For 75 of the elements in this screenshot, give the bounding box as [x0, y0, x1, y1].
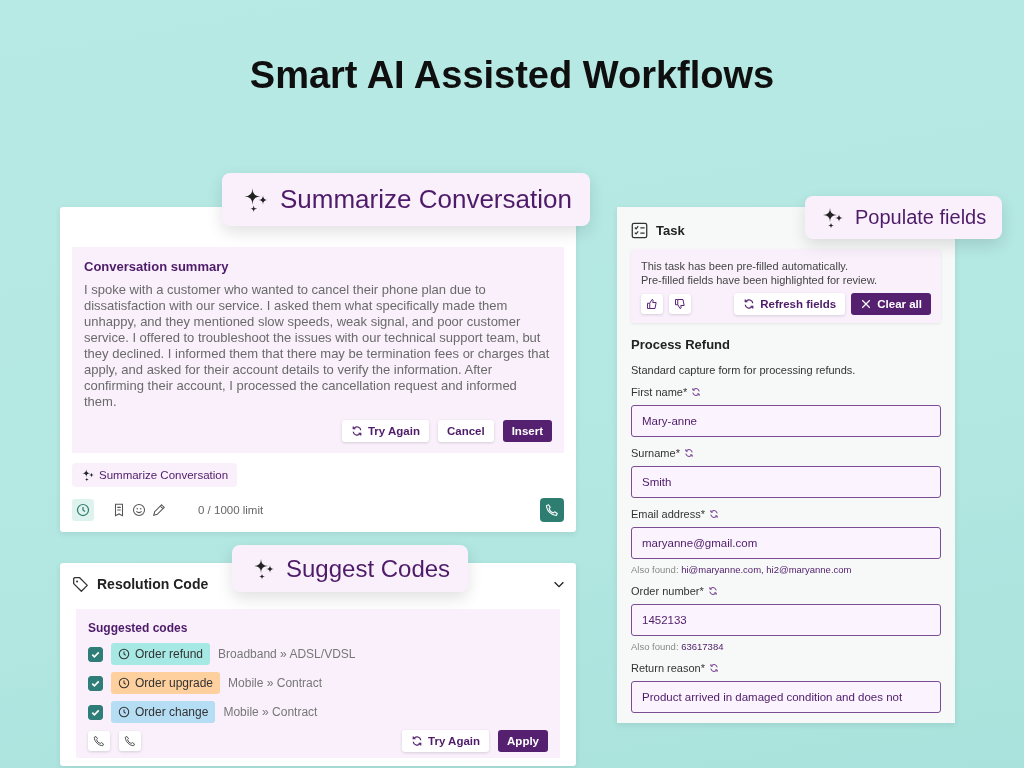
code-path: Mobile » Contract	[223, 705, 318, 719]
input-field[interactable]: maryanne@gmail.com	[631, 527, 941, 559]
notice-text: Pre-filled fields have been highlighted for review.	[641, 273, 879, 287]
input-field[interactable]: Mary-anne	[631, 405, 941, 437]
panel-title: Task	[656, 222, 685, 238]
refresh-icon	[411, 735, 424, 747]
callout-label: Suggest Codes	[286, 554, 451, 583]
clear-all-button[interactable]: Clear all	[851, 293, 931, 315]
also-found-value: 63617384	[681, 641, 724, 652]
close-icon	[860, 298, 873, 310]
insert-button[interactable]: Insert	[502, 420, 552, 442]
field-label: Order number*	[631, 585, 704, 597]
clock-icon	[118, 648, 130, 660]
form-title: Process Refund	[631, 337, 731, 352]
phone-icon	[545, 503, 559, 517]
code-tag[interactable]: Order refund	[111, 643, 211, 665]
checklist-icon	[631, 221, 648, 239]
refresh-fields-button[interactable]: Refresh fields	[734, 293, 846, 315]
checkbox[interactable]	[88, 704, 103, 720]
suggestions-title: Suggested codes	[88, 621, 189, 635]
refresh-icon	[691, 387, 702, 397]
callout-label: Populate fields	[855, 206, 987, 229]
refresh-icon	[683, 448, 694, 458]
field-label: Return reason*	[631, 662, 705, 674]
refresh-icon	[707, 586, 718, 596]
page-heading: Smart AI Assisted Workflows	[248, 53, 776, 97]
code-tag[interactable]: Order upgrade	[111, 672, 221, 694]
callout-label: Summarize Conversation	[280, 184, 572, 215]
character-count: 0 / 1000 limit	[198, 504, 264, 516]
try-again-button[interactable]: Try Again	[402, 730, 490, 752]
field-label: First name*	[631, 386, 688, 398]
clock-icon	[76, 503, 90, 517]
also-found-label: Also found:	[631, 564, 679, 575]
call-button[interactable]	[540, 498, 564, 522]
sparkles-icon	[81, 468, 95, 482]
pencil-icon[interactable]	[152, 503, 166, 517]
field-label: Email address*	[631, 508, 705, 520]
input-field[interactable]: 1452133	[631, 604, 941, 636]
summary-title: Conversation summary	[84, 259, 230, 274]
notes-icon[interactable]	[112, 503, 126, 517]
refresh-icon	[743, 298, 756, 310]
notice-text: This task has been pre-filled automatically.	[641, 259, 850, 273]
checkbox[interactable]	[88, 646, 103, 662]
emoji-icon[interactable]	[132, 503, 146, 517]
refresh-icon	[709, 663, 719, 673]
thumbs-up-icon	[646, 298, 658, 310]
also-found-value: hi@maryanne.com, hi2@maryanne.com	[681, 564, 852, 575]
call-button[interactable]	[88, 731, 110, 751]
cancel-button[interactable]: Cancel	[437, 420, 494, 442]
phone-icon	[124, 735, 136, 747]
clock-icon	[118, 706, 130, 718]
also-found-label: Also found:	[631, 641, 679, 652]
form-description: Standard capture form for processing refunds.	[631, 364, 857, 376]
apply-button[interactable]: Apply	[498, 730, 548, 752]
thumbs-up-button[interactable]	[641, 294, 663, 314]
thumbs-down-button[interactable]	[669, 294, 691, 314]
clock-icon	[118, 677, 130, 689]
code-tag[interactable]: Order change	[111, 701, 216, 723]
refresh-icon	[350, 425, 363, 437]
thumbs-down-icon	[674, 298, 686, 310]
summarize-button[interactable]: Summarize Conversation	[72, 463, 238, 487]
input-field[interactable]: Smith	[631, 466, 941, 498]
input-field[interactable]: Product arrived in damaged condition and does not	[631, 681, 941, 713]
tag-icon	[72, 575, 89, 593]
code-path: Broadband » ADSL/VDSL	[218, 647, 356, 661]
card-title: Resolution Code	[97, 576, 209, 592]
call-button[interactable]	[119, 731, 141, 751]
refresh-icon	[709, 509, 719, 519]
phone-icon	[93, 735, 105, 747]
summary-text: I spoke with a customer who wanted to cancel their phone plan due to dissatisfaction with our service. I asked them what specifically made them unhappy, and they mentioned slow speeds, weak signal, and poor customer service. I offered to troubleshoot the issues with our technical support team, but they declined. I informed them that there may be termination fees or charges that apply, and asked for their account details to verify the information. After confirming their account, I processed the cancellation request and informed them.	[84, 282, 551, 410]
checkbox[interactable]	[88, 675, 103, 691]
field-label: Surname*	[631, 447, 680, 459]
code-path: Mobile » Contract	[228, 676, 323, 690]
history-button[interactable]	[72, 499, 94, 521]
try-again-button[interactable]: Try Again	[341, 420, 429, 442]
